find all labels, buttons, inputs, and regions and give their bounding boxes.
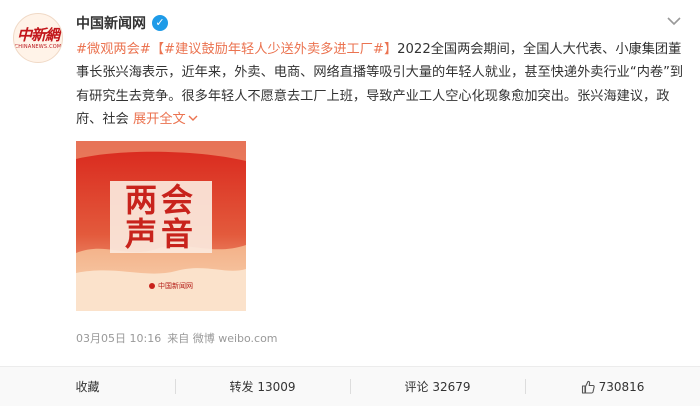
poster-title-line-2: 声音	[124, 215, 197, 253]
post-body: #微观两会#【#建议鼓励年轻人少送外卖多进工厂#】2022全国两会期间，全国人大…	[76, 38, 684, 131]
chevron-down-icon	[188, 115, 198, 122]
repost-label: 转发 13009	[229, 380, 296, 394]
post-meta: 03月05日 10:16 来自 微博 weibo.com	[76, 330, 278, 346]
comment-label: 评论 32679	[404, 380, 471, 394]
topic-link-factory[interactable]: 【#建议鼓励年轻人少送外卖多进工厂#】	[151, 42, 397, 57]
avatar-logo-subtext: CHINANEWS.COM	[14, 43, 62, 50]
repost-button[interactable]: 转发 13009	[175, 367, 350, 406]
chevron-down-icon	[667, 16, 681, 25]
action-bar: 收藏 转发 13009 评论 32679 730816	[0, 367, 700, 406]
author-name[interactable]: 中国新闻网	[76, 13, 146, 33]
thumbs-up-icon	[581, 380, 595, 394]
post-menu-button[interactable]	[665, 12, 683, 30]
weibo-post-card: 中新網 CHINANEWS.COM 中国新闻网 ✓ #微观两会#【#建议鼓励年轻…	[0, 0, 700, 406]
avatar[interactable]: 中新網 CHINANEWS.COM	[13, 13, 63, 63]
like-button[interactable]: 730816	[525, 367, 700, 406]
favorite-label: 收藏	[75, 380, 100, 394]
like-count: 730816	[598, 379, 645, 394]
post-timestamp[interactable]: 03月05日 10:16	[76, 330, 161, 346]
avatar-logo-text: 中新網	[16, 25, 60, 44]
post-source: 来自 微博 weibo.com	[167, 332, 278, 345]
expand-label: 展开全文	[132, 111, 186, 127]
poster-logo-text: 中国新闻网	[158, 282, 193, 290]
topic-link-micro-view[interactable]: #微观两会#	[76, 42, 151, 57]
poster-title-line-1: 两会	[124, 181, 197, 219]
verified-badge-icon: ✓	[152, 15, 168, 31]
author-row: 中国新闻网 ✓	[76, 13, 168, 33]
expand-full-text-link[interactable]: 展开全文	[133, 112, 198, 127]
post-image[interactable]: 两会 声音 中国新闻网	[76, 141, 246, 311]
favorite-button[interactable]: 收藏	[0, 367, 175, 406]
comment-button[interactable]: 评论 32679	[350, 367, 525, 406]
